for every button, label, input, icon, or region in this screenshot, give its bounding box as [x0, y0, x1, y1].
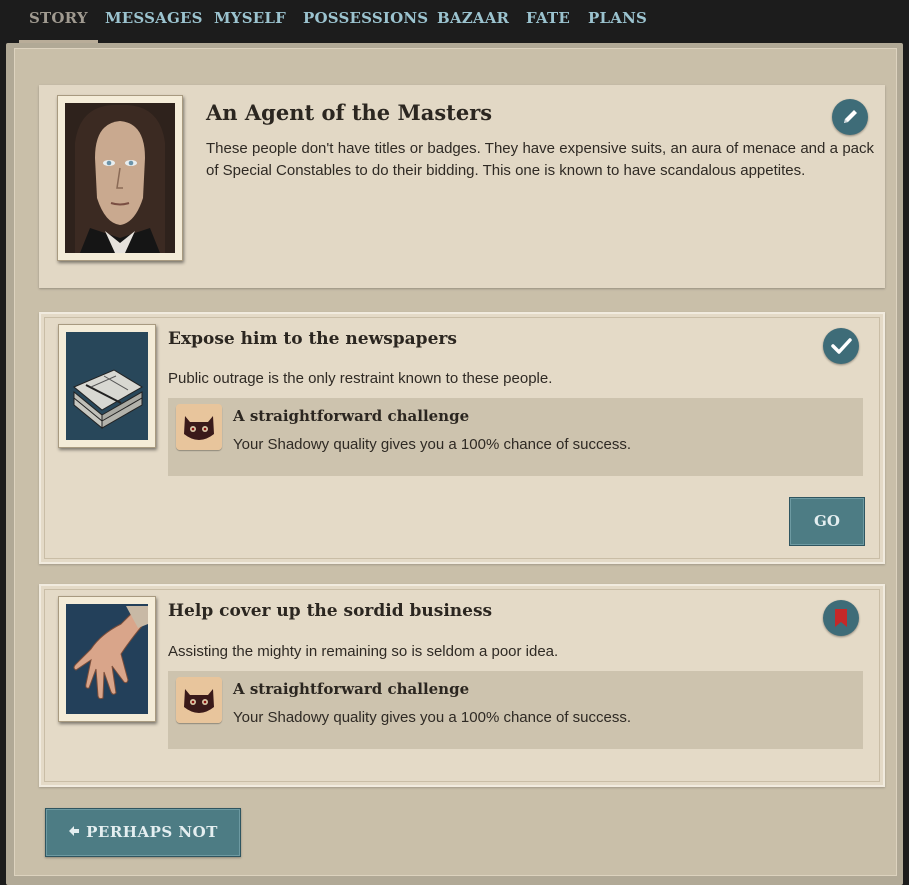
- storylet-portrait: [57, 95, 183, 261]
- edit-button[interactable]: [832, 99, 868, 135]
- branch-image: [58, 324, 156, 448]
- select-checkmark-button[interactable]: [823, 328, 859, 364]
- branch-title: Help cover up the sordid business: [168, 601, 493, 621]
- go-button[interactable]: GO: [789, 497, 865, 546]
- storylet-title: An Agent of the Masters: [206, 100, 493, 125]
- storylet-description: These people don't have titles or badges…: [206, 140, 874, 179]
- tab-story[interactable]: STORY: [19, 0, 98, 43]
- tab-bazaar[interactable]: BAZAAR: [437, 0, 509, 40]
- hand-image: [66, 604, 148, 714]
- content-area: An Agent of the Masters These people don…: [14, 48, 897, 876]
- storylet-header: An Agent of the Masters These people don…: [39, 85, 885, 288]
- challenge-box: A straightforward challenge Your Shadowy…: [168, 671, 863, 749]
- pencil-icon: [844, 110, 857, 123]
- branch-description: Assisting the mighty in remaining so is …: [168, 643, 559, 660]
- branch-description: Public outrage is the only restraint kno…: [168, 370, 553, 387]
- top-navigation: STORY MESSAGES MYSELF POSSESSIONS BAZAAR…: [0, 0, 909, 43]
- agent-portrait-image: [65, 103, 175, 253]
- perhaps-not-label: PERHAPS NOT: [86, 823, 218, 841]
- shadowy-cat-icon: [176, 404, 222, 450]
- tab-myself[interactable]: MYSELF: [214, 0, 286, 40]
- branch-title: Expose him to the newspapers: [168, 329, 457, 349]
- challenge-text: Your Shadowy quality gives you a 100% ch…: [233, 709, 632, 726]
- main-frame: An Agent of the Masters These people don…: [6, 43, 903, 885]
- shadowy-cat-icon: [176, 677, 222, 723]
- arrow-left-icon: [68, 809, 80, 856]
- bookmark-button[interactable]: [823, 600, 859, 636]
- challenge-text: Your Shadowy quality gives you a 100% ch…: [233, 436, 632, 453]
- challenge-box: A straightforward challenge Your Shadowy…: [168, 398, 863, 476]
- branch-cover-up: Help cover up the sordid business Assist…: [39, 584, 885, 787]
- newspapers-image: [66, 332, 148, 440]
- branch-expose: Expose him to the newspapers Public outr…: [39, 312, 885, 564]
- challenge-title: A straightforward challenge: [233, 680, 470, 698]
- branch-image: [58, 596, 156, 722]
- challenge-title: A straightforward challenge: [233, 407, 470, 425]
- tab-plans[interactable]: PLANS: [588, 0, 647, 40]
- checkmark-icon: [831, 338, 852, 354]
- bookmark-icon: [835, 609, 847, 627]
- perhaps-not-button[interactable]: PERHAPS NOT: [45, 808, 241, 857]
- tab-messages[interactable]: MESSAGES: [105, 0, 203, 40]
- tab-possessions[interactable]: POSSESSIONS: [303, 0, 428, 40]
- tab-fate[interactable]: FATE: [526, 0, 570, 40]
